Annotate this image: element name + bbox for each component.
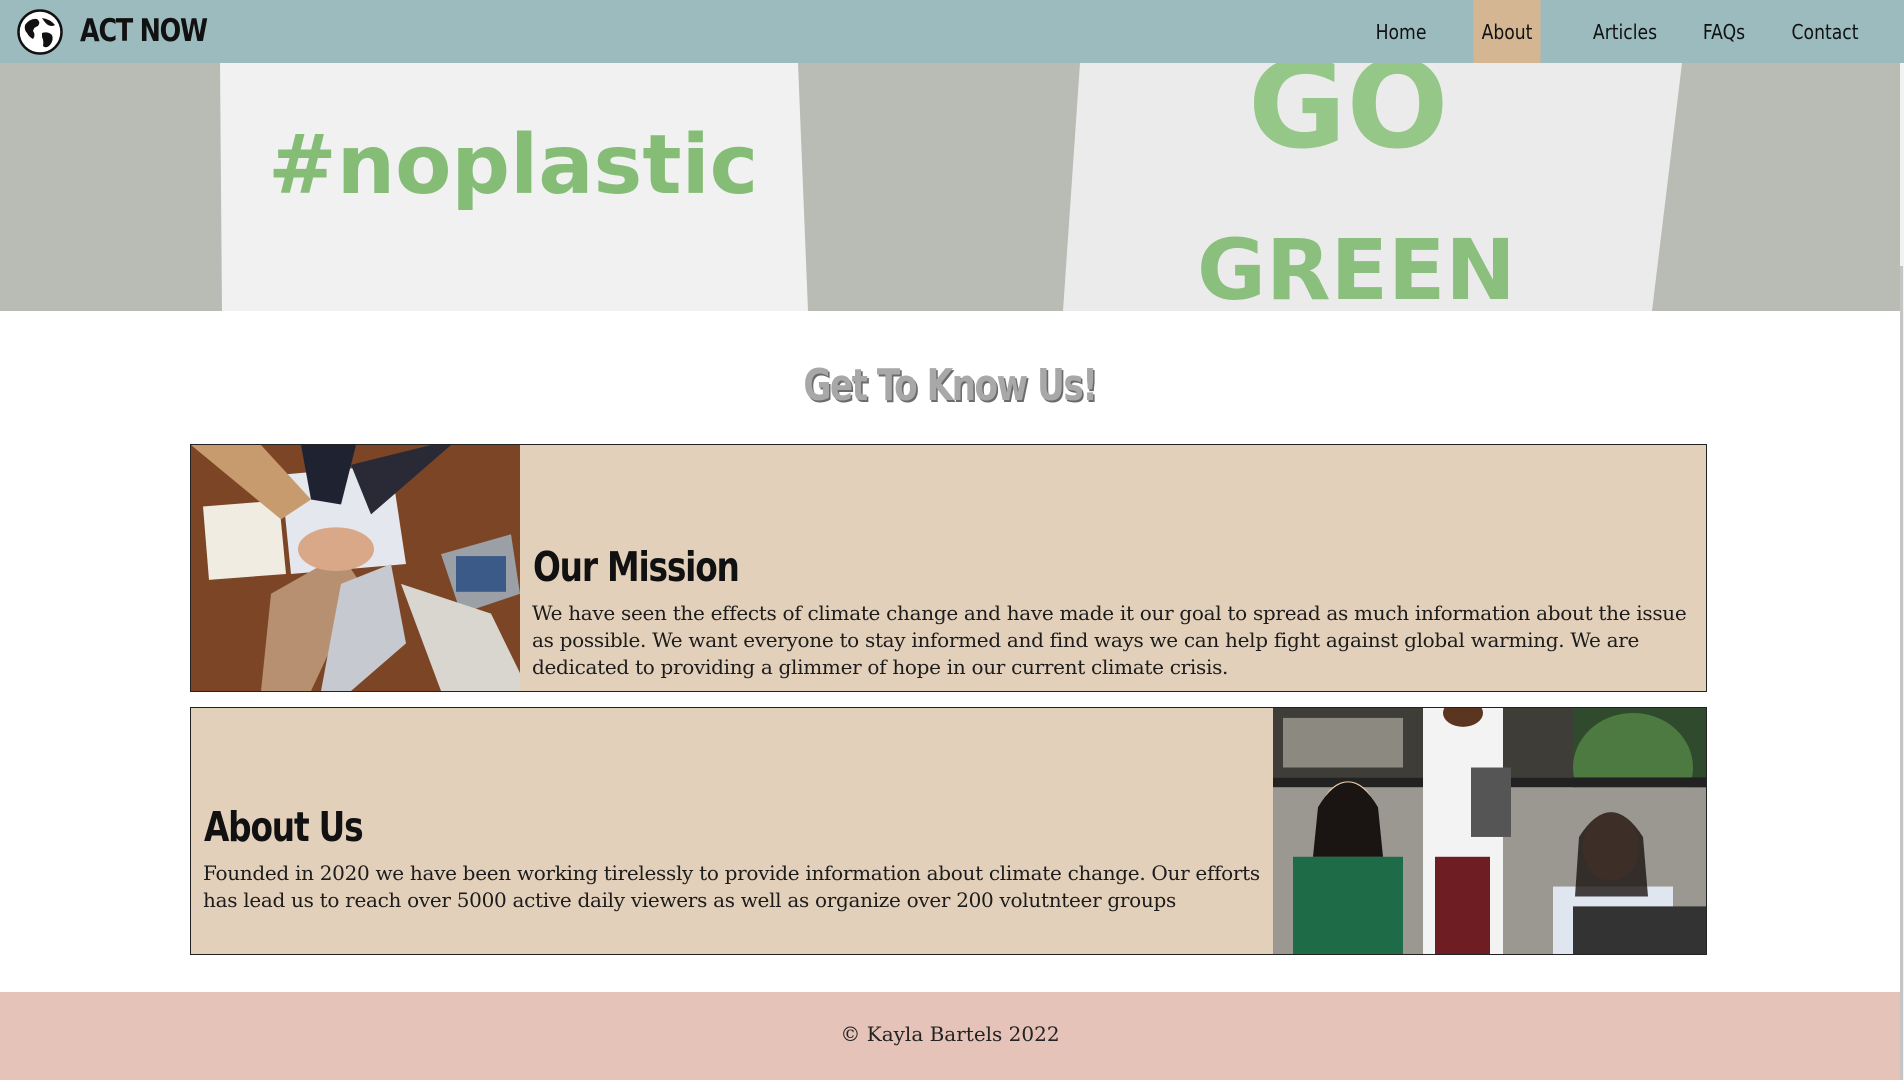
site-footer: © Kayla Bartels 2022 bbox=[0, 992, 1900, 1080]
hero-sign-right-line1: GO bbox=[1248, 63, 1449, 176]
about-text: Founded in 2020 we have been working tir… bbox=[203, 861, 1260, 912]
site-header: ACT NOW Home About Articles FAQs Contact bbox=[0, 0, 1904, 63]
mission-card: Our Mission We have seen the effects of … bbox=[190, 444, 1707, 692]
nav-about[interactable]: About bbox=[1473, 0, 1541, 63]
section-title: Get To Know Us! bbox=[803, 360, 1099, 411]
nav-contact[interactable]: Contact bbox=[1791, 0, 1859, 63]
nav-faqs[interactable]: FAQs bbox=[1700, 0, 1748, 63]
nav-articles[interactable]: Articles bbox=[1590, 0, 1661, 63]
scrollbar-thumb[interactable] bbox=[1900, 266, 1903, 1080]
about-heading: About Us bbox=[204, 803, 364, 851]
mission-text: We have seen the effects of climate chan… bbox=[532, 601, 1687, 679]
hero-sign-right-line2: GREEN bbox=[1197, 221, 1516, 311]
about-card: About Us Founded in 2020 we have been wo… bbox=[190, 707, 1707, 955]
about-image bbox=[1273, 708, 1706, 954]
hero-image: #noplastic GO GREEN bbox=[0, 63, 1900, 311]
mission-heading: Our Mission bbox=[533, 543, 740, 591]
hero-banner: #noplastic GO GREEN bbox=[0, 63, 1900, 311]
globe-icon[interactable] bbox=[17, 9, 63, 55]
mission-image bbox=[191, 445, 520, 691]
footer-copyright: © Kayla Bartels 2022 bbox=[840, 1022, 1060, 1046]
hero-sign-left: #noplastic bbox=[268, 118, 758, 213]
brand-name[interactable]: ACT NOW bbox=[80, 0, 208, 63]
nav-home[interactable]: Home bbox=[1367, 0, 1434, 63]
